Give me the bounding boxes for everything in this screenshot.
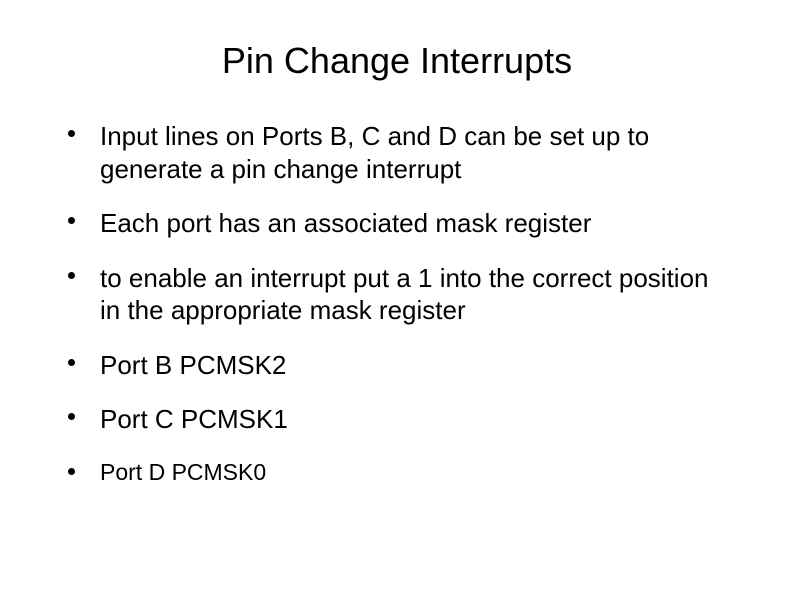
bullet-text: Each port has an associated mask registe…	[100, 207, 734, 240]
bullet-icon	[60, 120, 100, 137]
list-item: to enable an interrupt put a 1 into the …	[60, 262, 734, 327]
list-item: Port C PCMSK1	[60, 403, 734, 436]
bullet-text: Port C PCMSK1	[100, 403, 734, 436]
bullet-text: to enable an interrupt put a 1 into the …	[100, 262, 734, 327]
list-item: Port B PCMSK2	[60, 349, 734, 382]
bullet-text: Port D PCMSK0	[100, 458, 734, 487]
list-item: Port D PCMSK0	[60, 458, 734, 487]
bullet-icon	[60, 207, 100, 224]
bullet-icon	[60, 262, 100, 279]
slide-title: Pin Change Interrupts	[60, 40, 734, 82]
bullet-icon	[60, 458, 100, 475]
bullet-text: Port B PCMSK2	[100, 349, 734, 382]
bullet-text: Input lines on Ports B, C and D can be s…	[100, 120, 734, 185]
list-item: Each port has an associated mask registe…	[60, 207, 734, 240]
bullet-list: Input lines on Ports B, C and D can be s…	[60, 120, 734, 486]
list-item: Input lines on Ports B, C and D can be s…	[60, 120, 734, 185]
bullet-icon	[60, 349, 100, 366]
bullet-icon	[60, 403, 100, 420]
